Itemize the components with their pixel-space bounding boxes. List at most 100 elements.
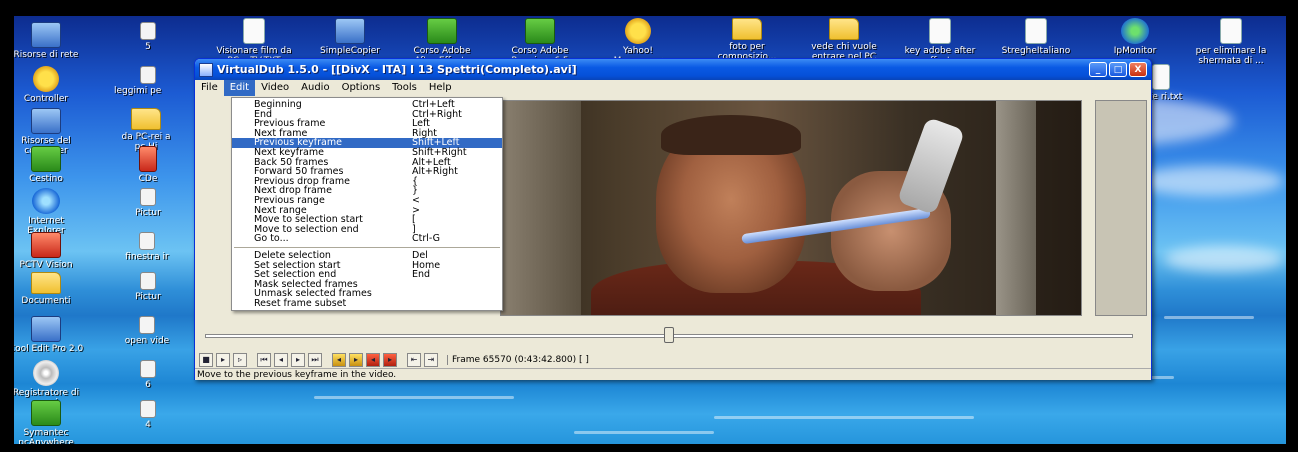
desktop-icon-pcanywhere[interactable]: Symantec pcAnywhere	[14, 400, 84, 444]
virtualdub-app-icon	[199, 62, 213, 77]
desktop-icon-col2[interactable]: 6	[120, 360, 176, 390]
desktop-icon-network[interactable]: Risorse di rete	[14, 22, 84, 60]
previous-keyframe-icon[interactable]: ◂	[332, 353, 346, 367]
globe-icon	[1121, 18, 1149, 44]
menu-item-shortcut: Ctrl-G	[412, 233, 441, 245]
desktop-icon-top[interactable]: per eliminare la shermata di ...	[1184, 18, 1278, 66]
desktop-icon-col2[interactable]: 5	[120, 22, 176, 52]
file-icon	[140, 66, 156, 84]
controller-icon	[33, 66, 59, 92]
yahoo-icon	[625, 18, 651, 44]
virtualdub-window[interactable]: VirtualDub 1.5.0 - [[DivX - ITA] I 13 Sp…	[194, 58, 1152, 380]
menu-item-shortcut: >	[412, 204, 420, 216]
menu-help[interactable]: Help	[423, 80, 458, 96]
menu-item-shortcut: Alt+Right	[412, 166, 458, 178]
end-icon[interactable]: ⏭	[308, 353, 322, 367]
file-icon	[139, 316, 155, 334]
menu-item-label: Go to...	[254, 233, 289, 245]
desktop-icon-top[interactable]: vede chi vuole entrare nel PC	[800, 18, 888, 62]
text-file-icon	[1152, 64, 1170, 90]
image-file-icon	[140, 188, 156, 206]
app-icon	[427, 18, 457, 44]
timeline-thumb[interactable]	[664, 327, 674, 343]
image-file-icon	[140, 272, 156, 290]
file-icon	[139, 232, 155, 250]
input-video-pane[interactable]	[500, 100, 1082, 316]
menu-audio[interactable]: Audio	[295, 80, 335, 96]
navigation-toolbar: ■ ▸ ▹ ⏮ ◂ ▸ ⏭ ◂ ▸ ◂ ▸ ⇤ ⇥ Frame 65570 (0…	[199, 351, 589, 369]
menu-item-shortcut: [	[412, 214, 416, 226]
next-icon[interactable]: ▸	[291, 353, 305, 367]
menu-edit[interactable]: Edit	[223, 80, 256, 96]
video-background	[996, 101, 1036, 315]
pcanywhere-icon	[31, 400, 61, 426]
menu-bar: File Edit Video Audio Options Tools Help	[195, 80, 1151, 96]
menu-tools[interactable]: Tools	[386, 80, 423, 96]
maximize-button[interactable]: □	[1109, 62, 1127, 77]
desktop-icon-col2[interactable]: finestra ir	[118, 232, 176, 262]
app-icon	[335, 18, 365, 44]
cloud	[1164, 246, 1284, 272]
menu-item-shortcut	[412, 299, 502, 309]
menu-video[interactable]: Video	[255, 80, 295, 96]
close-button[interactable]: X	[1129, 62, 1147, 77]
play-output-icon[interactable]: ▹	[233, 353, 247, 367]
network-icon	[31, 22, 61, 48]
wave	[1164, 316, 1254, 319]
scene-back-icon[interactable]: ◂	[366, 353, 380, 367]
previous-icon[interactable]: ◂	[274, 353, 288, 367]
menu-item[interactable]: Go to... Ctrl-G	[232, 234, 502, 244]
audio-app-icon	[31, 316, 61, 342]
mark-in-icon[interactable]: ⇤	[407, 353, 421, 367]
computer-icon	[31, 108, 61, 134]
menu-item-label: Reset frame subset	[254, 297, 347, 309]
ie-icon	[32, 188, 60, 214]
desktop-icon-top[interactable]: StregheItaliano	[990, 18, 1082, 56]
play-input-icon[interactable]: ▸	[216, 353, 230, 367]
timeline-slider[interactable]	[199, 327, 1139, 347]
text-file-icon	[929, 18, 951, 44]
scene-forward-icon[interactable]: ▸	[383, 353, 397, 367]
video-person-hair	[661, 115, 801, 155]
menu-item-shortcut: End	[412, 269, 431, 281]
menu-separator	[234, 246, 500, 248]
status-bar: Move to the previous keyframe in the vid…	[195, 368, 1151, 380]
menu-item-shortcut: {	[412, 175, 419, 187]
menu-item[interactable]: Reset frame subset	[232, 299, 502, 309]
desktop-icon-top[interactable]: IpMonitor	[1100, 18, 1170, 56]
menu-item-shortcut: <	[412, 194, 420, 206]
desktop-icon-pctv[interactable]: PCTV Vision	[14, 232, 84, 270]
output-video-pane[interactable]	[1095, 100, 1147, 316]
desktop-icon-col2[interactable]: Pictur	[120, 272, 176, 302]
minimize-button[interactable]: _	[1089, 62, 1107, 77]
video-phone	[896, 116, 966, 216]
recycle-bin-icon	[31, 146, 61, 172]
title-bar[interactable]: VirtualDub 1.5.0 - [[DivX - ITA] I 13 Sp…	[195, 59, 1151, 80]
desktop-icon-controller[interactable]: Controller	[14, 66, 84, 104]
desktop-icon-col2[interactable]: leggimi pe	[114, 66, 176, 96]
desktop-icon-col2[interactable]: CDe	[120, 146, 176, 184]
desktop-icon-col2[interactable]: 4	[120, 400, 176, 430]
menu-file[interactable]: File	[195, 80, 224, 96]
desktop-icon-col2[interactable]: open vide	[118, 316, 176, 346]
next-keyframe-icon[interactable]: ▸	[349, 353, 363, 367]
start-icon[interactable]: ⏮	[257, 353, 271, 367]
stop-icon[interactable]: ■	[199, 353, 213, 367]
desktop-icon-documents[interactable]: Documenti	[14, 272, 84, 306]
desktop-icon-top[interactable]: SimpleCopier	[310, 18, 390, 56]
cloud	[1134, 166, 1284, 196]
wave	[314, 396, 514, 399]
file-icon	[140, 400, 156, 418]
wave	[714, 416, 974, 419]
desktop-icon-col2[interactable]: Pictur	[120, 188, 176, 218]
mark-out-icon[interactable]: ⇥	[424, 353, 438, 367]
edit-dropdown-menu: Beginning Ctrl+Left End Ctrl+Right Previous …	[231, 97, 503, 312]
desktop-icon-recycle-bin[interactable]: Cestino	[14, 146, 84, 184]
window-title: VirtualDub 1.5.0 - [[DivX - ITA] I 13 Sp…	[217, 63, 577, 76]
desktop-icon-cool-edit[interactable]: Cool Edit Pro 2.0	[14, 316, 84, 354]
microphone-icon	[33, 360, 59, 386]
desktop-icon-top[interactable]: foto per composizio...	[702, 18, 792, 62]
document-icon	[1025, 18, 1047, 44]
menu-options[interactable]: Options	[336, 80, 387, 96]
desktop-icon-ie[interactable]: Internet Explorer	[14, 188, 84, 236]
